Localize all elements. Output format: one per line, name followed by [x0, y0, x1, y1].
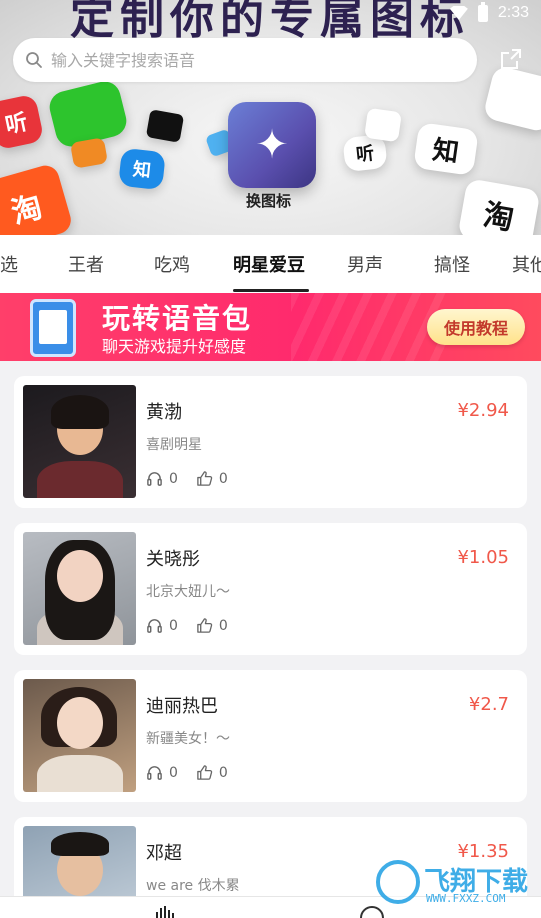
wifi-icon	[449, 6, 468, 20]
change-icon-tile: ✦	[228, 102, 316, 188]
tab-active-indicator	[233, 289, 309, 292]
decorative-tile	[70, 137, 108, 169]
thumb-up-icon[interactable]	[196, 617, 213, 634]
tiktok-tile	[145, 109, 185, 143]
tab-chiji[interactable]: 吃鸡	[154, 235, 190, 293]
list-item[interactable]: 迪丽热巴 新疆美女！～ ¥2.7 0 0	[14, 670, 527, 802]
tiktok-tile	[364, 107, 402, 143]
listen-count: 0	[169, 617, 178, 634]
hero-banner[interactable]: 定制你的专属图标 听 知 淘 ✦ 换图标 听 知 淘 2:33	[0, 0, 541, 235]
like-count: 0	[218, 470, 228, 487]
decorative-tile: 知	[118, 147, 166, 191]
headphone-icon	[147, 472, 162, 486]
voice-wave-icon[interactable]	[156, 906, 174, 918]
tab-male-voice[interactable]: 男声	[347, 235, 383, 293]
item-name: 关晓彤	[146, 549, 200, 570]
tab-stars[interactable]: 明星爱豆	[233, 235, 305, 293]
search-icon	[26, 52, 42, 68]
tab-other[interactable]: 其他	[512, 235, 541, 293]
tab-funny[interactable]: 搞怪	[434, 235, 470, 293]
item-name: 迪丽热巴	[146, 696, 218, 717]
listen-count: 0	[169, 470, 178, 487]
item-desc: 新疆美女！～	[146, 731, 230, 747]
headphone-icon	[147, 766, 162, 780]
phone-illustration	[30, 299, 76, 357]
promo-title: 玩转语音包	[102, 302, 253, 335]
battery-icon	[477, 1, 488, 22]
list-item[interactable]: 关晓彤 北京大妞儿～ ¥1.05 0 0	[14, 523, 527, 655]
item-stats: 0 0	[146, 470, 246, 487]
decorative-tile: 淘	[0, 162, 75, 235]
avatar	[23, 385, 136, 498]
headphone-icon	[147, 619, 162, 633]
thumb-up-icon[interactable]	[196, 764, 213, 781]
decorative-tile: 知	[413, 122, 479, 176]
share-icon[interactable]	[500, 48, 522, 70]
status-bar: 2:33	[449, 0, 541, 26]
like-count: 0	[218, 764, 228, 781]
watermark-url: WWW.FXXZ.COM	[426, 892, 506, 905]
item-price: ¥1.05	[457, 547, 509, 568]
thumb-up-icon[interactable]	[196, 470, 213, 487]
clock: 2:33	[497, 4, 529, 21]
item-price: ¥2.94	[457, 400, 509, 421]
watermark-logo-icon	[376, 860, 420, 904]
listen-count: 0	[169, 764, 178, 781]
item-desc: 喜剧明星	[146, 437, 202, 453]
item-desc: we are 伐木累	[146, 878, 240, 894]
item-desc: 北京大妞儿～	[146, 584, 230, 600]
decorative-tile: 听	[0, 93, 45, 151]
watermark: 飞翔下载 WWW.FXXZ.COM	[376, 856, 528, 908]
avatar	[23, 679, 136, 792]
tutorial-button[interactable]: 使用教程	[427, 309, 525, 345]
promo-subtitle: 聊天游戏提升好感度	[102, 337, 247, 356]
wechat-tile	[482, 64, 541, 134]
search-bar[interactable]	[13, 38, 477, 82]
category-tabs: 选 王者 吃鸡 明星爱豆 男声 搞怪 其他	[0, 235, 541, 293]
like-count: 0	[218, 617, 228, 634]
item-stats: 0 0	[146, 617, 246, 634]
item-stats: 0 0	[146, 764, 246, 781]
item-name: 黄渤	[146, 402, 182, 423]
decorative-tile: 淘	[457, 178, 541, 235]
item-name: 邓超	[146, 843, 182, 864]
change-icon-label: 换图标	[246, 192, 292, 210]
avatar	[23, 532, 136, 645]
item-price: ¥2.7	[468, 694, 509, 715]
search-input[interactable]	[51, 50, 477, 70]
tab-wangzhe[interactable]: 王者	[68, 235, 104, 293]
tab-selected[interactable]: 选	[0, 235, 18, 293]
list-item[interactable]: 黄渤 喜剧明星 ¥2.94 0 0	[14, 376, 527, 508]
